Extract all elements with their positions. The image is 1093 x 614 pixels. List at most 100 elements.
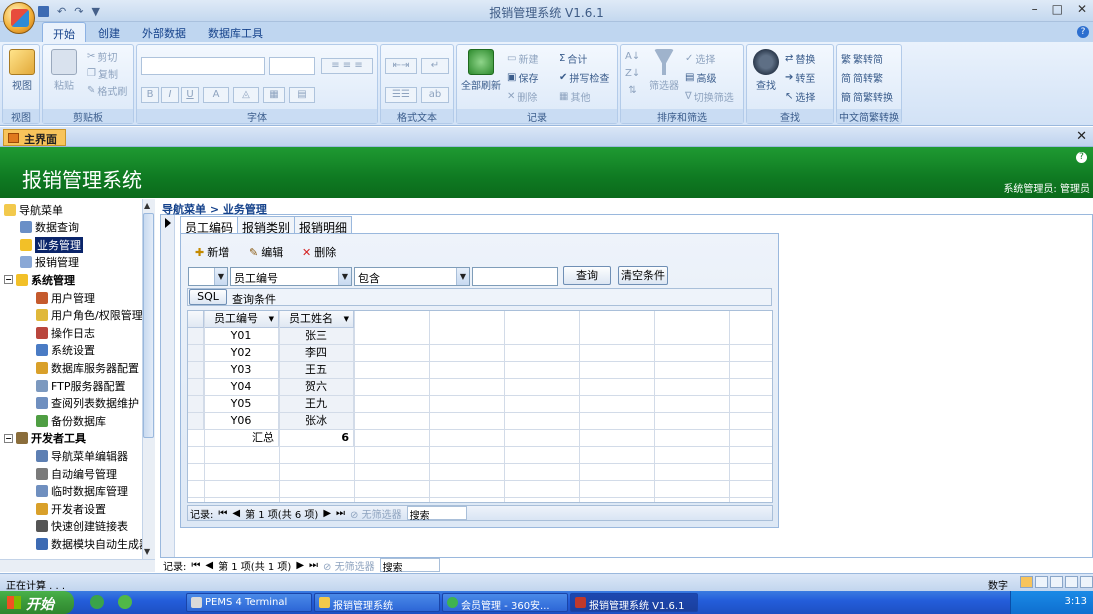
nav-item[interactable]: 导航菜单编辑器 [36, 447, 128, 464]
alt-fill-button[interactable]: ▤ [289, 87, 315, 103]
spelling-button[interactable]: ✔ 拼写检查 [559, 70, 609, 85]
nav-item[interactable]: 数据模块自动生成器 [36, 535, 150, 552]
replace-button[interactable]: ⇄ 替换 [785, 51, 815, 66]
advanced-button[interactable]: ▤ 高级 [685, 70, 716, 85]
prev-record-icon[interactable]: ◀ [205, 560, 213, 571]
last-record-icon[interactable]: ⏭ [336, 508, 345, 519]
cell-employee-name[interactable]: 王九 [279, 396, 354, 413]
cell-employee-id[interactable]: Y06 [204, 413, 279, 430]
cut-button[interactable]: ✂ 剪切 [87, 49, 117, 64]
cell-employee-id[interactable]: Y03 [204, 362, 279, 379]
select-button[interactable]: ↖ 选择 [785, 89, 815, 104]
italic-button[interactable]: I [161, 87, 179, 103]
paste-button[interactable]: 粘贴 [47, 49, 81, 92]
query-button[interactable]: 查询 [563, 266, 611, 285]
font-name-combo[interactable] [141, 57, 265, 75]
tab-external-data[interactable]: 外部数据 [132, 22, 196, 42]
chart-view-icon[interactable] [1065, 576, 1078, 588]
design-view-icon[interactable] [1080, 576, 1093, 588]
tab-database-tools[interactable]: 数据库工具 [198, 22, 273, 42]
nav-item[interactable]: 查阅列表数据维护 [36, 395, 139, 412]
nav-item[interactable]: 数据查询 [20, 219, 79, 236]
search-input[interactable]: 搜索 [406, 506, 467, 522]
operator-select[interactable]: 包含 ▼ [354, 267, 470, 286]
nav-item[interactable]: 业务管理 [20, 236, 83, 253]
first-record-icon[interactable]: ⏮ [218, 508, 227, 519]
task-browser[interactable]: 会员管理 - 360安... [442, 593, 568, 612]
gridlines-button[interactable]: ▦ [263, 87, 285, 103]
column-header-employee-name[interactable]: 员工姓名 ▼ [279, 311, 354, 328]
last-record-icon[interactable]: ⏭ [309, 560, 318, 571]
column-header-employee-id[interactable]: 员工编号 ▼ [204, 311, 279, 328]
indent-buttons[interactable]: ⇤⇥ [385, 58, 417, 74]
list-buttons[interactable]: ☰☰ [385, 87, 417, 103]
sql-button[interactable]: SQL [189, 289, 227, 305]
task-folder[interactable]: 报销管理系统 [314, 593, 440, 612]
record-position[interactable]: 第 1 项(共 1 项) [218, 558, 291, 573]
copy-button[interactable]: ❐ 复制 [87, 66, 118, 81]
start-button[interactable]: 开始 [0, 591, 74, 614]
cell-employee-id[interactable]: Y05 [204, 396, 279, 413]
edit-button[interactable]: ✎ 编辑 [249, 244, 283, 260]
datasheet-view-icon[interactable] [1035, 576, 1048, 588]
pivot-view-icon[interactable] [1050, 576, 1063, 588]
nav-item[interactable]: 数据库服务器配置 [36, 359, 139, 376]
row-selector[interactable] [188, 396, 204, 413]
more-button[interactable]: ▦ 其他 [559, 89, 590, 104]
collapse-icon[interactable]: − [4, 433, 13, 443]
nav-item[interactable]: FTP服务器配置 [36, 377, 126, 394]
next-record-icon[interactable]: ▶ [323, 508, 331, 519]
record-selector[interactable] [161, 215, 175, 557]
tab-expense-category[interactable]: 报销类别 [237, 216, 296, 235]
collapse-icon[interactable]: − [4, 275, 13, 285]
delete-button[interactable]: ✕ 删除 [302, 244, 336, 260]
prev-record-icon[interactable]: ◀ [232, 508, 240, 519]
first-record-icon[interactable]: ⏮ [191, 560, 200, 571]
goto-button[interactable]: ➔ 转至 [785, 70, 815, 85]
nav-item[interactable]: 导航菜单 [4, 201, 63, 218]
nav-hscrollbar[interactable] [0, 559, 155, 572]
task-access-app[interactable]: 报销管理系统 V1.6.1 [570, 593, 698, 612]
tab-create[interactable]: 创建 [88, 22, 130, 42]
row-selector[interactable] [188, 413, 204, 430]
format-painter-button[interactable]: ✎ 格式刷 [87, 83, 127, 98]
task-pems-terminal[interactable]: PEMS 4 Terminal [186, 593, 312, 612]
search-input[interactable]: 搜索 [379, 558, 440, 574]
maximize-button[interactable]: □ [1052, 2, 1063, 16]
row-selector[interactable] [188, 362, 204, 379]
rtl-button[interactable]: ↵ [421, 58, 449, 74]
cell-employee-name[interactable]: 贺六 [279, 379, 354, 396]
nav-item[interactable]: 自动编号管理 [36, 465, 117, 482]
tab-employee-code[interactable]: 员工编码 [180, 216, 239, 235]
nav-item[interactable]: 用户角色/权限管理 [36, 307, 143, 324]
cell-employee-id[interactable]: Y01 [204, 328, 279, 345]
find-button[interactable]: 查找 [749, 49, 783, 92]
save-record-button[interactable]: ▣ 保存 [507, 70, 538, 85]
t2s-button[interactable]: 繁繁转简 [841, 51, 883, 66]
close-document-icon[interactable]: ✕ [1076, 129, 1087, 144]
nav-item[interactable]: 快速创建链接表 [36, 518, 128, 535]
scroll-down-icon[interactable]: ▼ [144, 547, 150, 556]
office-button[interactable] [3, 2, 35, 34]
nav-item[interactable]: − 开发者工具 [4, 430, 86, 447]
cell-employee-name[interactable]: 张三 [279, 328, 354, 345]
view-button[interactable]: 视图 [7, 49, 37, 92]
font-size-combo[interactable] [269, 57, 315, 75]
form-view-icon[interactable] [1020, 576, 1033, 588]
tab-main-form[interactable]: 主界面 [3, 129, 66, 146]
nav-item[interactable]: 报销管理 [20, 254, 79, 271]
highlight-button[interactable]: ab [421, 87, 449, 103]
nav-scroll-thumb[interactable] [143, 213, 154, 438]
row-selector[interactable] [188, 379, 204, 396]
cell-employee-id[interactable]: Y04 [204, 379, 279, 396]
quicklaunch-icon-2[interactable] [118, 595, 132, 609]
selection-button[interactable]: ✓ 选择 [685, 51, 715, 66]
bold-button[interactable]: B [141, 87, 159, 103]
no-filter-indicator[interactable]: ⊘ 无筛选器 [350, 506, 402, 521]
row-selector[interactable] [188, 345, 204, 362]
next-record-icon[interactable]: ▶ [296, 560, 304, 571]
refresh-all-button[interactable]: 全部刷新 [459, 49, 503, 92]
toggle-filter-button[interactable]: ∇ 切换筛选 [685, 89, 734, 104]
query-value-input[interactable] [472, 267, 558, 286]
nav-item[interactable]: 操作日志 [36, 324, 95, 341]
